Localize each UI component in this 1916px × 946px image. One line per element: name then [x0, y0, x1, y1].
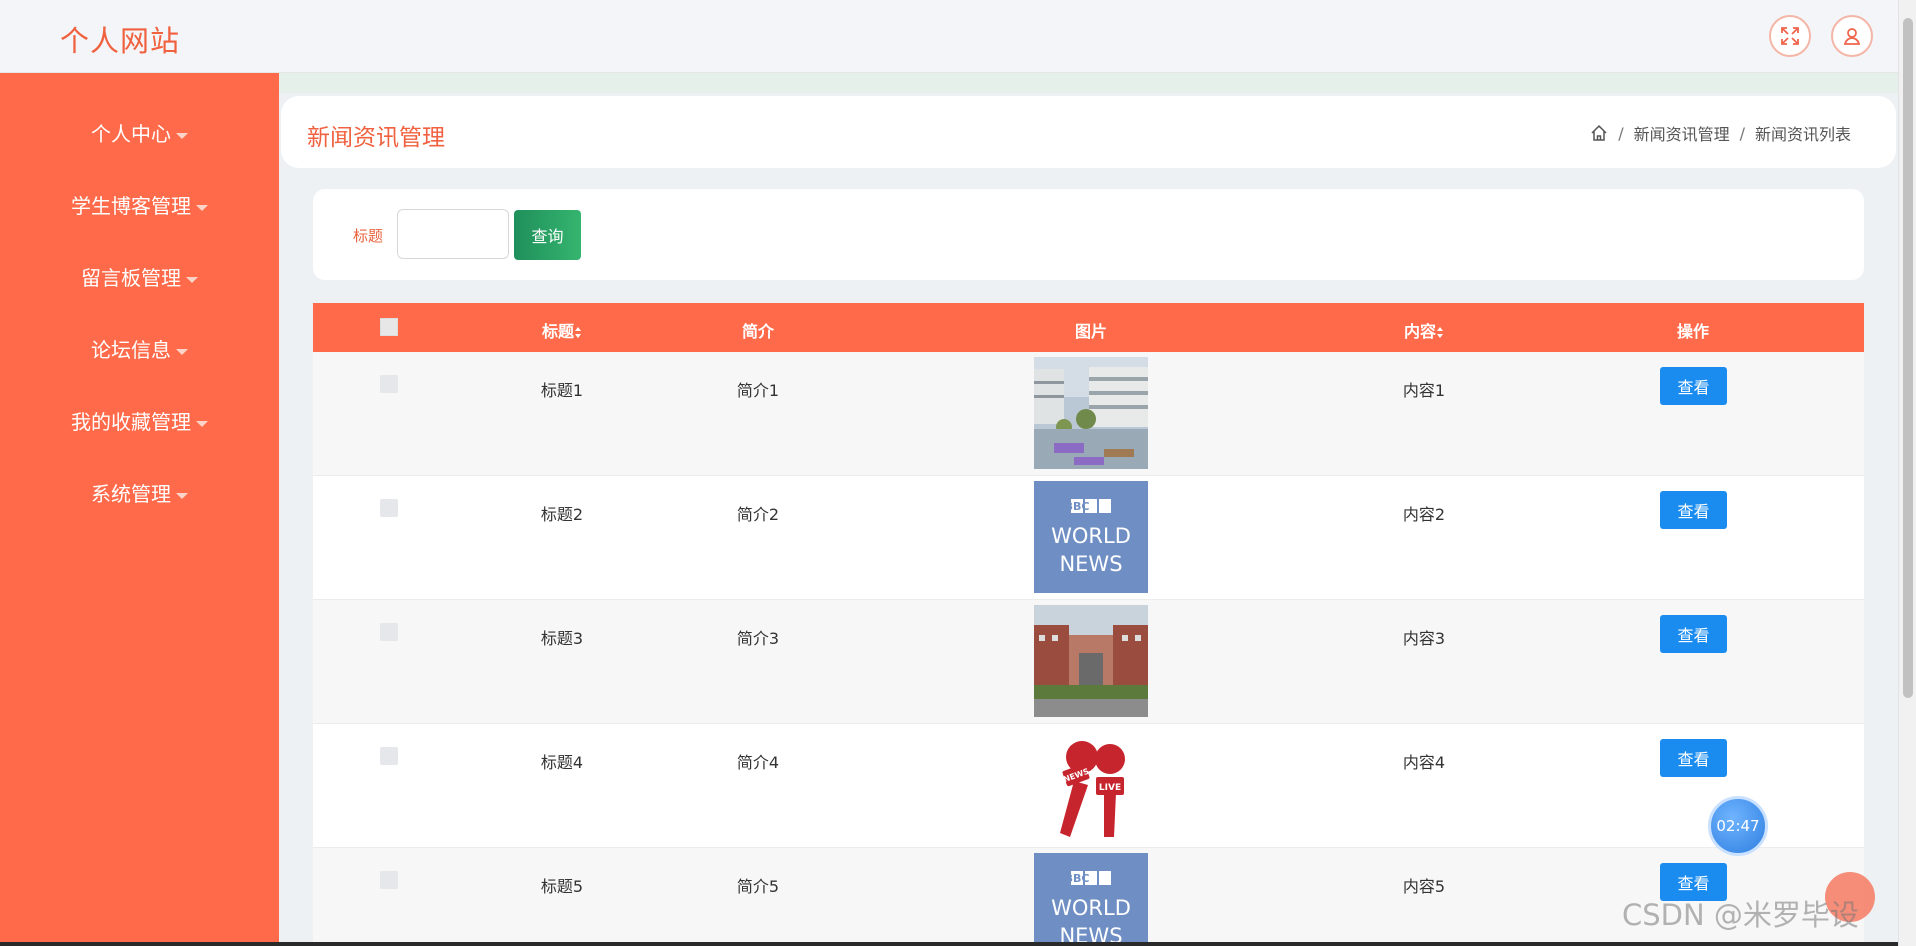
breadcrumb-separator: / — [1618, 123, 1624, 143]
bbc-letter: BBC — [1065, 872, 1090, 885]
search-panel: 标题 查询 — [313, 189, 1864, 280]
breadcrumb-item[interactable]: 新闻资讯管理 — [1634, 121, 1730, 145]
mic-live-text: LIVE — [1099, 783, 1121, 793]
table-row: 标题1 简介1 内容1 查看 — [313, 352, 1864, 476]
row-checkbox[interactable] — [380, 375, 398, 393]
breadcrumb-item: 新闻资讯列表 — [1754, 125, 1851, 144]
sidebar-item-label: 个人中心 — [91, 122, 171, 146]
cell-intro: 简介2 — [736, 505, 780, 524]
sidebar-item-forum[interactable]: 论坛信息 — [0, 334, 279, 363]
cell-title: 标题5 — [540, 877, 584, 896]
page-title: 新闻资讯管理 — [307, 125, 445, 151]
sort-icon[interactable] — [575, 327, 582, 338]
news-table: 标题 简介 图片 内容 操作 标题1 简介1 内容1 查看 标题2 简介2 BB… — [313, 303, 1864, 946]
scrollbar-thumb[interactable] — [1903, 18, 1913, 698]
page-scrollbar[interactable] — [1898, 0, 1916, 946]
cell-content: 内容4 — [1402, 753, 1446, 772]
row-checkbox[interactable] — [380, 747, 398, 765]
page-header: 新闻资讯管理 / 新闻资讯管理 / 新闻资讯列表 — [281, 96, 1896, 168]
cell-intro: 简介1 — [736, 381, 780, 400]
sidebar-item-message-board[interactable]: 留言板管理 — [0, 262, 279, 291]
cell-intro: 简介3 — [736, 629, 780, 648]
cell-intro: 简介5 — [736, 877, 780, 896]
table-row: 标题4 简介4 NEWS LIVE 内容4 查看 — [313, 724, 1864, 848]
view-button[interactable]: 查看 — [1660, 491, 1727, 529]
cell-content: 内容2 — [1402, 505, 1446, 524]
column-header-content[interactable]: 内容 — [1404, 318, 1444, 342]
news-image-campus[interactable] — [1034, 357, 1148, 469]
cell-content: 内容5 — [1402, 877, 1446, 896]
column-header-label: 简介 — [741, 322, 775, 341]
breadcrumb: / 新闻资讯管理 / 新闻资讯列表 — [1590, 121, 1851, 145]
select-all-checkbox[interactable] — [380, 318, 398, 336]
watermark: CSDN @米罗毕设 — [1622, 898, 1859, 932]
news-image-bbc[interactable]: BBC WORLD NEWS — [1034, 481, 1148, 593]
sidebar-item-label: 论坛信息 — [91, 338, 171, 362]
title-search-label: 标题 — [353, 227, 384, 245]
fullscreen-icon — [1781, 27, 1799, 45]
table-row: 标题3 简介3 内容3 查看 — [313, 600, 1864, 724]
view-button[interactable]: 查看 — [1660, 615, 1727, 653]
caret-down-icon — [176, 132, 188, 139]
cell-title: 标题2 — [540, 505, 584, 524]
column-header-image: 图片 — [1075, 318, 1107, 342]
caret-down-icon — [176, 348, 188, 355]
breadcrumb-separator: / — [1739, 123, 1745, 143]
sidebar-item-system[interactable]: 系统管理 — [0, 478, 279, 507]
column-header-title[interactable]: 标题 — [542, 318, 582, 342]
site-brand: 个人网站 — [60, 24, 181, 58]
cell-intro: 简介4 — [736, 753, 780, 772]
header-strip — [279, 73, 1898, 93]
home-icon[interactable] — [1590, 124, 1608, 142]
table-header: 标题 简介 图片 内容 操作 — [313, 303, 1864, 352]
taskbar-strip — [0, 942, 1898, 946]
row-checkbox[interactable] — [380, 871, 398, 889]
news-image-microphones[interactable]: NEWS LIVE — [1034, 729, 1148, 841]
caret-down-icon — [196, 204, 208, 211]
cell-title: 标题3 — [540, 629, 584, 648]
cell-title: 标题4 — [540, 753, 584, 772]
caret-down-icon — [186, 276, 198, 283]
user-icon — [1843, 28, 1861, 45]
column-header-label: 操作 — [1676, 322, 1710, 341]
sort-icon[interactable] — [1437, 327, 1444, 338]
row-checkbox[interactable] — [380, 499, 398, 517]
query-button[interactable]: 查询 — [514, 210, 581, 260]
sidebar-item-label: 留言板管理 — [81, 266, 181, 290]
bbc-letter: BBC — [1065, 500, 1090, 513]
row-checkbox[interactable] — [380, 623, 398, 641]
sidebar-item-student-blog[interactable]: 学生博客管理 — [0, 190, 279, 219]
sidebar-item-label: 学生博客管理 — [71, 194, 191, 218]
caret-down-icon — [196, 420, 208, 427]
top-bar: 个人网站 — [0, 0, 1898, 73]
view-button[interactable]: 查看 — [1660, 739, 1727, 777]
caret-down-icon — [176, 492, 188, 499]
news-image-school[interactable] — [1034, 605, 1148, 717]
column-header-label: 内容 — [1403, 322, 1437, 341]
cell-content: 内容3 — [1402, 629, 1446, 648]
fullscreen-button[interactable] — [1769, 15, 1811, 57]
bbc-world-text: WORLD — [1051, 896, 1131, 920]
column-header-intro: 简介 — [742, 318, 774, 342]
title-search-input[interactable] — [397, 209, 509, 259]
floating-timer[interactable]: 02:47 — [1708, 796, 1768, 856]
sidebar-item-label: 系统管理 — [91, 482, 171, 506]
sidebar-item-personal-center[interactable]: 个人中心 — [0, 118, 279, 147]
news-image-bbc[interactable]: BBC WORLD NEWS — [1034, 853, 1148, 946]
user-button[interactable] — [1831, 15, 1873, 57]
sidebar-item-label: 我的收藏管理 — [71, 410, 191, 434]
sidebar-item-favorites[interactable]: 我的收藏管理 — [0, 406, 279, 435]
cell-title: 标题1 — [540, 381, 584, 400]
table-row: 标题2 简介2 BBC WORLD NEWS 内容2 查看 — [313, 476, 1864, 600]
column-header-label: 图片 — [1074, 322, 1108, 341]
sidebar: 个人中心 学生博客管理 留言板管理 论坛信息 我的收藏管理 系统管理 — [0, 73, 279, 946]
column-header-action: 操作 — [1677, 318, 1709, 342]
cell-content: 内容1 — [1402, 381, 1446, 400]
bbc-news-text: NEWS — [1059, 552, 1122, 576]
bbc-world-text: WORLD — [1051, 524, 1131, 548]
view-button[interactable]: 查看 — [1660, 367, 1727, 405]
column-header-label: 标题 — [541, 322, 575, 341]
